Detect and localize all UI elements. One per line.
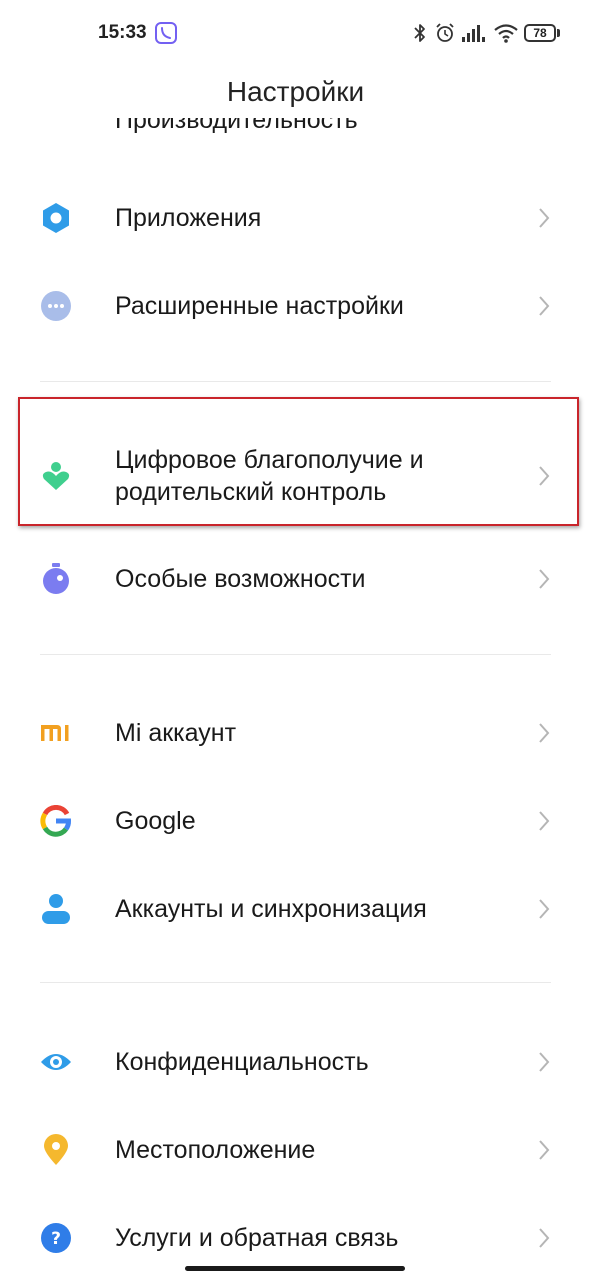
wifi-icon	[494, 24, 518, 43]
settings-item-label: Расширенные настройки	[115, 292, 404, 320]
mi-logo-icon	[41, 725, 69, 741]
chevron-right-icon	[539, 296, 550, 316]
battery-icon: 78	[524, 24, 556, 42]
accessibility-icon	[43, 563, 69, 594]
section-divider	[40, 982, 551, 983]
status-time: 15:33	[98, 22, 147, 43]
chevron-right-icon	[539, 899, 550, 919]
chevron-right-icon	[539, 723, 550, 743]
list-item-partial[interactable]: Производительность	[115, 118, 535, 146]
settings-item-label: Конфиденциальность	[115, 1048, 369, 1076]
alarm-icon	[436, 23, 454, 42]
chevron-right-icon	[539, 208, 550, 228]
settings-item-location[interactable]: Местоположение	[0, 1106, 591, 1194]
settings-item-label: Услуги и обратная связь	[115, 1224, 399, 1252]
settings-item-mi-account[interactable]: Mi аккаунт	[0, 689, 591, 777]
chevron-right-icon	[539, 1140, 550, 1160]
settings-item-google[interactable]: Google	[0, 777, 591, 865]
settings-item-privacy[interactable]: Конфиденциальность	[0, 1018, 591, 1106]
section-divider	[40, 381, 551, 382]
more-dots-icon	[41, 291, 71, 321]
privacy-eye-icon	[41, 1054, 71, 1070]
settings-item-apps[interactable]: Приложения	[0, 174, 591, 262]
settings-item-label: Mi аккаунт	[115, 719, 237, 747]
highlight-frame	[18, 397, 579, 526]
list-item-label: Производительность	[115, 118, 358, 134]
settings-item-label: Приложения	[115, 204, 262, 232]
svg-text:?: ?	[51, 1229, 61, 1249]
google-icon	[40, 805, 71, 837]
account-person-icon	[42, 894, 70, 924]
page-title: Настройки	[226, 76, 365, 107]
settings-item-label: Аккаунты и синхронизация	[115, 895, 427, 923]
chevron-right-icon	[539, 1228, 550, 1248]
section-divider	[40, 654, 551, 655]
chevron-right-icon	[539, 811, 550, 831]
settings-item-label: Google	[115, 807, 196, 835]
home-indicator[interactable]	[185, 1266, 405, 1271]
location-pin-icon	[44, 1134, 68, 1165]
battery-tip	[557, 29, 560, 37]
settings-item-accessibility[interactable]: Особые возможности	[0, 535, 591, 623]
settings-item-accounts-sync[interactable]: Аккаунты и синхронизация	[0, 865, 591, 953]
apps-gear-icon	[43, 203, 69, 233]
bluetooth-icon	[414, 24, 425, 42]
settings-item-label: Местоположение	[115, 1136, 316, 1164]
settings-item-advanced[interactable]: Расширенные настройки	[0, 262, 591, 350]
chevron-right-icon	[539, 1052, 550, 1072]
status-bar: 15:33 78	[0, 0, 591, 68]
settings-item-label: Особые возможности	[115, 565, 366, 593]
signal-icon	[462, 25, 485, 42]
viber-icon	[155, 22, 177, 44]
chevron-right-icon	[539, 569, 550, 589]
help-question-icon: ?	[41, 1223, 71, 1253]
